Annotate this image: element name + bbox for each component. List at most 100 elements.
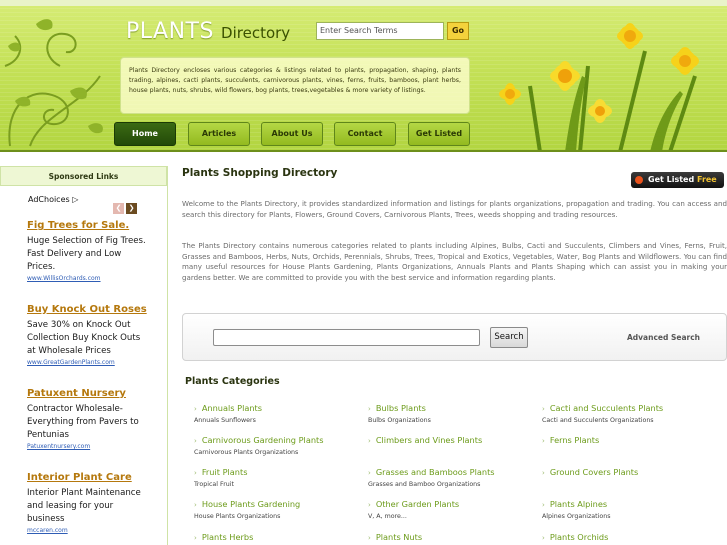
category-name: Ferns Plants — [549, 435, 600, 445]
ad-body: Huge Selection of Fig Trees. Fast Delive… — [27, 236, 146, 272]
chevron-right-icon: › — [368, 405, 371, 413]
chevron-right-icon: › — [194, 405, 197, 413]
logo-directory-text: Directory — [221, 24, 291, 42]
daffodil-flowers-icon — [499, 23, 699, 152]
chevron-right-icon: › — [194, 469, 197, 477]
category-link[interactable]: › Grasses and Bamboos Plants — [368, 467, 538, 479]
nav-about-us[interactable]: About Us — [261, 122, 323, 146]
ad-prev-arrow-icon[interactable]: ❮ — [113, 203, 124, 214]
get-listed-free-button[interactable]: Get Listed Free — [631, 172, 724, 188]
category-link[interactable]: › Plants Nuts — [368, 532, 538, 544]
category-name: Plants Nuts — [375, 532, 423, 542]
logo-plants-text: PLANTS — [126, 19, 214, 44]
ad-title-link[interactable]: Patuxent Nursery — [27, 387, 147, 400]
category-link[interactable]: › Ground Covers Plants — [542, 467, 712, 479]
category-name: Plants Alpines — [549, 499, 608, 509]
category-link[interactable]: › Plants Herbs — [194, 532, 364, 544]
subcategory-link[interactable]: Carnivorous Plants Organizations — [194, 448, 364, 457]
description-paragraph: The Plants Directory contains numerous c… — [182, 241, 727, 283]
chevron-right-icon: › — [368, 501, 371, 509]
subcategory-link[interactable]: Tropical Fruit — [194, 480, 364, 489]
page-title: Plants Shopping Directory — [182, 167, 338, 179]
category-link[interactable]: › Other Garden Plants — [368, 499, 538, 511]
category-name: Other Garden Plants — [375, 499, 460, 509]
category-name: Carnivorous Gardening Plants — [201, 435, 324, 445]
subcategory-link[interactable]: Cacti and Succulents Organizations — [542, 416, 712, 425]
subcategory-link[interactable]: Grasses and Bamboo Organizations — [368, 480, 538, 489]
category-link[interactable]: › Plants Alpines — [542, 499, 712, 511]
nav-articles[interactable]: Articles — [188, 122, 250, 146]
chevron-right-icon: › — [368, 534, 371, 542]
sponsored-links-sidebar: Sponsored Links AdChoices ▷ ❮ ❯ Fig Trees… — [0, 166, 168, 545]
category-name: House Plants Gardening — [201, 499, 301, 509]
header-intro-text: Plants Directory encloses various catego… — [120, 57, 470, 114]
chevron-right-icon: › — [368, 437, 371, 445]
ad-navigation: ❮ ❯ — [113, 195, 139, 214]
chevron-right-icon: › — [194, 534, 197, 542]
ad-body: Interior Plant Maintenance and leasing f… — [27, 488, 141, 524]
category-item: › Fruit Plants Tropical Fruit — [194, 467, 364, 489]
directory-search-input[interactable] — [213, 329, 480, 346]
directory-search-panel: Search Advanced Search — [182, 313, 727, 361]
category-link[interactable]: › Annuals Plants — [194, 403, 364, 415]
category-name: Plants Orchids — [549, 532, 609, 542]
category-link[interactable]: › House Plants Gardening — [194, 499, 364, 511]
category-item: › Cacti and Succulents Plants Cacti and S… — [542, 403, 712, 425]
category-link[interactable]: › Climbers and Vines Plants — [368, 435, 538, 447]
nav-contact[interactable]: Contact — [334, 122, 396, 146]
category-item: › Bulbs Plants Bulbs Organizations — [368, 403, 538, 425]
chevron-right-icon: › — [194, 501, 197, 509]
category-name: Cacti and Succulents Plants — [549, 403, 664, 413]
adchoices-link[interactable]: AdChoices ▷ — [28, 195, 78, 204]
ad-body: Contractor Wholesale- Everything from Pa… — [27, 404, 139, 440]
swirl-decoration-icon — [4, 19, 103, 147]
category-item: › House Plants Gardening House Plants Org… — [194, 499, 364, 521]
ad-url-link[interactable]: mccaren.com — [27, 527, 147, 534]
header-search-go-button[interactable]: Go — [447, 22, 469, 40]
category-item: › Other Garden Plants V, A, more... — [368, 499, 538, 521]
header-search-input[interactable]: Enter Search Terms — [316, 22, 444, 40]
sidebar-title: Sponsored Links — [0, 166, 167, 186]
get-listed-icon — [635, 176, 643, 184]
site-header: PLANTS Directory Enter Search Terms Go P… — [0, 0, 727, 152]
category-link[interactable]: › Bulbs Plants — [368, 403, 538, 415]
ad-item: Buy Knock Out Roses Save 30% on Knock Ou… — [27, 303, 147, 366]
chevron-right-icon: › — [542, 437, 545, 445]
category-name: Grasses and Bamboos Plants — [375, 467, 495, 477]
ad-title-link[interactable]: Interior Plant Care — [27, 471, 147, 484]
subcategory-link[interactable]: Bulbs Organizations — [368, 416, 538, 425]
subcategory-link[interactable]: House Plants Organizations — [194, 512, 364, 521]
category-link[interactable]: › Ferns Plants — [542, 435, 712, 447]
subcategory-link[interactable]: Annuals Sunflowers — [194, 416, 364, 425]
ad-title-link[interactable]: Fig Trees for Sale. — [27, 219, 147, 232]
chevron-right-icon: › — [542, 501, 545, 509]
category-link[interactable]: › Carnivorous Gardening Plants — [194, 435, 364, 447]
categories-heading: Plants Categories — [185, 376, 280, 387]
category-name: Bulbs Plants — [375, 403, 426, 413]
nav-get-listed[interactable]: Get Listed — [408, 122, 470, 146]
category-item: › Grasses and Bamboos Plants Grasses and … — [368, 467, 538, 489]
site-logo[interactable]: PLANTS Directory — [126, 19, 290, 44]
category-item: › Carnivorous Gardening Plants Carnivorou… — [194, 435, 364, 457]
ad-url-link[interactable]: www.GreatGardenPlants.com — [27, 359, 147, 366]
ad-url-link[interactable]: Patuxentnursery.com — [27, 443, 147, 450]
directory-search-button[interactable]: Search — [490, 327, 528, 348]
category-item: › Plants Orchids — [542, 532, 712, 544]
advanced-search-link[interactable]: Advanced Search — [627, 333, 700, 342]
nav-home[interactable]: Home — [114, 122, 176, 146]
category-link[interactable]: › Fruit Plants — [194, 467, 364, 479]
subcategory-link[interactable]: V, A, more... — [368, 512, 538, 521]
category-link[interactable]: › Cacti and Succulents Plants — [542, 403, 712, 415]
ad-body: Save 30% on Knock Out Collection Buy Kno… — [27, 320, 141, 356]
category-link[interactable]: › Plants Orchids — [542, 532, 712, 544]
category-name: Plants Herbs — [201, 532, 254, 542]
category-item: › Ground Covers Plants — [542, 467, 712, 479]
ad-url-link[interactable]: www.WillisOrchards.com — [27, 275, 147, 282]
ad-title-link[interactable]: Buy Knock Out Roses — [27, 303, 147, 316]
category-item: › Ferns Plants — [542, 435, 712, 447]
ad-next-arrow-icon[interactable]: ❯ — [126, 203, 137, 214]
subcategory-link[interactable]: Alpines Organizations — [542, 512, 712, 521]
chevron-right-icon: › — [542, 405, 545, 413]
intro-paragraph: Welcome to the Plants Directory, it prov… — [182, 199, 727, 219]
get-listed-label: Get Listed — [648, 175, 695, 184]
